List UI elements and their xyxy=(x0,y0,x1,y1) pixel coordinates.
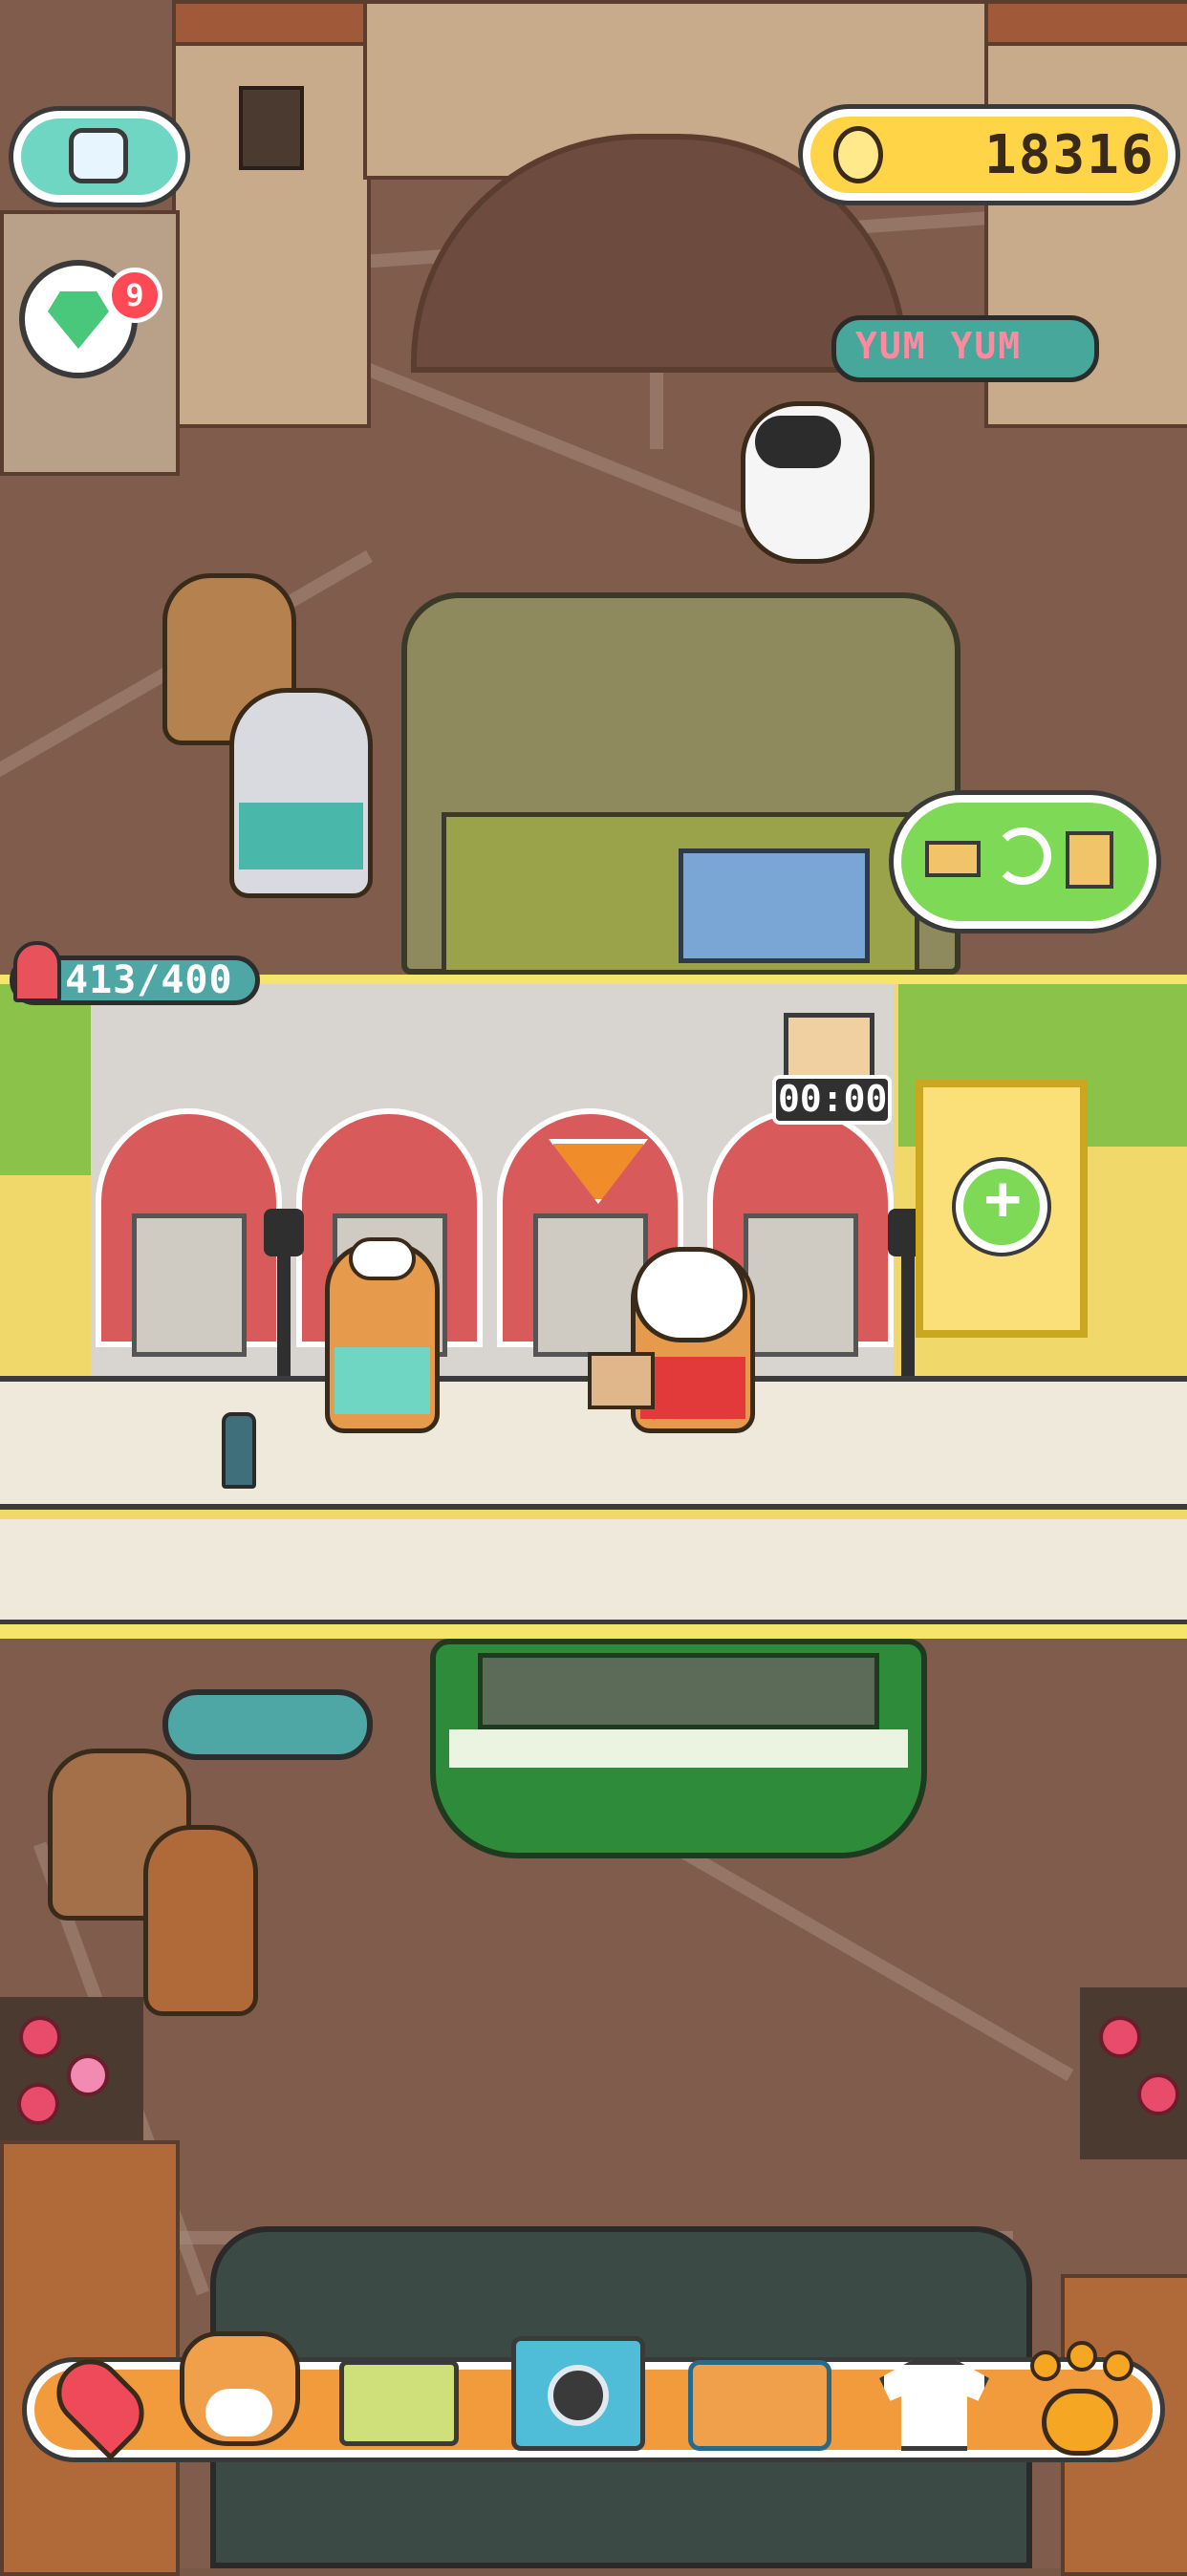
nav-shiba[interactable] xyxy=(172,2322,306,2465)
cash-register-icon xyxy=(339,2360,459,2446)
delivery-crate-icon xyxy=(784,1013,874,1080)
building-window xyxy=(239,86,304,170)
shiba-muzzle xyxy=(205,2389,272,2436)
nav-cash-register[interactable] xyxy=(330,2322,464,2465)
nav-furniture[interactable] xyxy=(688,2322,831,2465)
nav-camera[interactable] xyxy=(511,2322,645,2465)
road xyxy=(0,1519,1187,1620)
notification-badge: 9 xyxy=(107,268,162,323)
bunny-shirt xyxy=(239,803,363,869)
cow-spots xyxy=(755,416,841,468)
courier-jacket xyxy=(640,1357,745,1419)
flower-bed-right xyxy=(1080,1987,1187,2159)
townhouse-right-roof xyxy=(984,0,1187,46)
townhouse-left xyxy=(172,0,371,428)
shop-door-4 xyxy=(744,1213,858,1357)
coin-icon xyxy=(833,126,883,183)
townhouse-left-roof xyxy=(172,0,371,46)
camera-lens xyxy=(548,2365,609,2426)
nav-pets[interactable] xyxy=(1013,2322,1147,2465)
gift-box-icon xyxy=(69,128,128,183)
drawer-icon xyxy=(1066,831,1113,889)
courier-package xyxy=(588,1352,655,1409)
courier-helmet xyxy=(633,1247,747,1342)
street-lamp-left-head xyxy=(264,1209,304,1256)
bed-icon xyxy=(925,841,981,877)
swap-arrows-icon xyxy=(994,827,1051,885)
truck-blue-crate xyxy=(679,848,870,963)
chef-apron xyxy=(335,1347,430,1414)
paw-toe xyxy=(1067,2341,1097,2372)
house-icon xyxy=(13,941,61,1002)
coin-amount: 18316 xyxy=(984,124,1155,186)
squirrel-character xyxy=(143,1825,258,2016)
paw-icon xyxy=(1042,2389,1118,2456)
shop-door-1 xyxy=(132,1213,247,1357)
green-van-stripe xyxy=(449,1729,908,1768)
flower-icon xyxy=(1099,2016,1141,2058)
sofa-icon xyxy=(688,2360,831,2451)
flower-icon xyxy=(67,2054,109,2096)
nav-clothing[interactable] xyxy=(870,2322,1004,2465)
speech-bubble-text: YUM YUM xyxy=(855,325,1023,367)
flower-icon xyxy=(17,2083,59,2125)
flower-icon xyxy=(19,2016,61,2058)
plus-icon: + xyxy=(984,1164,1022,1234)
paw-toe xyxy=(1103,2351,1133,2381)
paw-toe xyxy=(1030,2351,1061,2381)
delivery-timer-text: 00:00 xyxy=(778,1078,888,1120)
customer-thought-bubble xyxy=(162,1689,373,1760)
capacity-text: 413/400 xyxy=(65,958,233,1002)
grass-left xyxy=(0,984,91,1175)
map-pin-icon xyxy=(42,2345,159,2461)
shirt-icon xyxy=(879,2360,989,2451)
chef-hat xyxy=(349,1237,416,1280)
green-van-window xyxy=(478,1653,879,1729)
fire-hydrant xyxy=(222,1412,256,1489)
road-edge xyxy=(0,1620,1187,1633)
nav-map[interactable] xyxy=(38,2322,172,2465)
flower-icon xyxy=(1137,2073,1179,2115)
